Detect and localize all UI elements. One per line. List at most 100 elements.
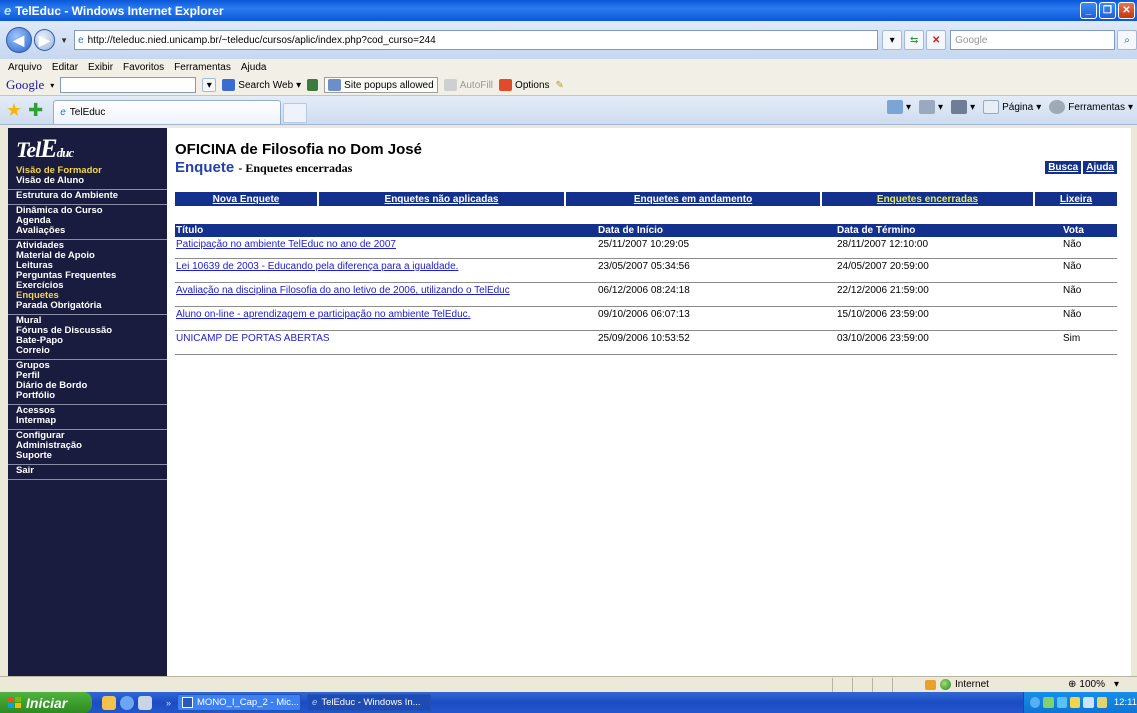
enquete-title-link[interactable]: UNICAMP DE PORTAS ABERTAS <box>175 333 598 344</box>
start-button[interactable]: Iniciar <box>0 692 92 713</box>
nav-em-andamento[interactable]: Enquetes em andamento <box>566 192 820 206</box>
forward-button[interactable]: ▶ <box>33 29 56 51</box>
search-web-button[interactable]: Search Web ▾ <box>222 79 301 91</box>
table-row: UNICAMP DE PORTAS ABERTAS 25/09/2006 10:5… <box>175 331 1117 355</box>
stop-button[interactable]: ✕ <box>926 30 947 50</box>
options-button[interactable]: Options <box>499 79 550 91</box>
sidebar-item-visao-de-aluno[interactable]: Visão de Aluno <box>16 176 159 186</box>
enquete-title-link[interactable]: Aluno on-line - aprendizagem e participa… <box>175 309 598 320</box>
history-dropdown-icon[interactable]: ▼ <box>60 36 68 45</box>
sidebar-group: Acessos Intermap <box>8 405 167 430</box>
popup-blocker-button[interactable]: Site popups allowed <box>324 77 438 93</box>
task-label: TelEduc - Windows In... <box>321 697 421 708</box>
header-inicio: Data de Início <box>598 225 664 236</box>
minimize-button[interactable]: _ <box>1080 2 1097 19</box>
nav-lixeira[interactable]: Lixeira <box>1035 192 1117 206</box>
tab-teleduc[interactable]: e TelEduc <box>53 100 282 124</box>
google-logo[interactable]: Google <box>6 77 44 93</box>
autofill-button[interactable]: AutoFill <box>443 79 493 91</box>
search-input[interactable]: Google <box>950 30 1115 50</box>
sidebar-group: Atividades Material de Apoio Leituras Pergu… <box>8 240 167 315</box>
sidebar-item-avaliacoes[interactable]: Avaliações <box>16 226 159 236</box>
new-tab-button[interactable] <box>283 103 308 123</box>
pagerank-button[interactable] <box>307 79 319 91</box>
network-icon[interactable] <box>1043 697 1054 708</box>
security-zone[interactable]: Internet <box>925 679 989 690</box>
google-toolbar: Google ▾ ▾ Search Web ▾ Site popups allo… <box>0 75 1137 96</box>
quick-launch-expand-icon[interactable]: » <box>166 698 171 708</box>
tray-arrow-icon[interactable] <box>1030 697 1041 708</box>
add-favorite-icon[interactable]: ✚ <box>28 100 43 121</box>
vote-status: Não <box>1063 239 1082 250</box>
enquete-title-link[interactable]: Lei 10639 de 2003 - Educando pela difere… <box>175 261 598 272</box>
command-bar: ▾ ▾ ▾ Página ▾ Ferramentas ▾ <box>887 100 1133 114</box>
tools-menu-label: Ferramentas <box>1068 101 1125 113</box>
print-icon <box>951 100 968 114</box>
sidebar-item-correio[interactable]: Correio <box>16 346 159 356</box>
menu-ferramentas[interactable]: Ferramentas <box>174 62 231 73</box>
sidebar-item-intermap[interactable]: Intermap <box>16 416 159 426</box>
google-dropdown-icon[interactable]: ▾ <box>50 81 54 90</box>
page-icon: e <box>78 34 84 46</box>
zoom-control[interactable]: ⊕ 100% ▾ <box>1068 679 1119 690</box>
start-date: 23/05/2007 05:34:56 <box>598 261 690 272</box>
tab-label: TelEduc <box>69 107 106 118</box>
print-button[interactable]: ▾ <box>951 100 975 114</box>
antivirus-icon[interactable] <box>1056 697 1067 708</box>
sidebar-group: Dinâmica do Curso Agenda Avaliações <box>8 205 167 240</box>
address-tools: ▾ ⇆ ✕ <box>882 30 947 50</box>
sidebar-item-parada-obrigatoria[interactable]: Parada Obrigatória <box>16 301 159 311</box>
google-search-dropdown-icon[interactable]: ▾ <box>202 78 217 92</box>
google-search-input[interactable] <box>60 77 197 93</box>
menu-exibir[interactable]: Exibir <box>88 62 113 73</box>
enquete-title-link[interactable]: Paticipação no ambiente TelEduc no ano d… <box>175 239 598 250</box>
nav-encerradas[interactable]: Enquetes encerradas <box>822 192 1033 206</box>
zone-label: Internet <box>955 679 989 690</box>
options-label: Options <box>515 79 550 91</box>
url-input[interactable]: e http://teleduc.nied.unicamp.br/~teledu… <box>74 30 879 50</box>
ie-quicklaunch-icon[interactable] <box>120 695 134 710</box>
sidebar-item-sair[interactable]: Sair <box>16 466 159 476</box>
task-label: MONO_I_Cap_2 - Mic... <box>197 697 299 708</box>
taskbar-internet-explorer[interactable]: e TelEduc - Windows In... <box>307 694 432 711</box>
search-button[interactable]: ⌕ <box>1117 30 1137 50</box>
back-button[interactable]: ◀ <box>6 27 32 53</box>
nav-nao-aplicadas[interactable]: Enquetes não aplicadas <box>319 192 564 206</box>
end-date: 24/05/2007 20:59:00 <box>837 261 929 272</box>
favorites-star-icon[interactable]: ★ <box>6 100 22 121</box>
menu-arquivo[interactable]: Arquivo <box>8 62 42 73</box>
enquetes-table: Título Data de Início Data de Término Vo… <box>175 224 1117 355</box>
ajuda-link[interactable]: Ajuda <box>1083 161 1117 174</box>
table-header: Título Data de Início Data de Término Vo… <box>175 224 1117 237</box>
media-icon[interactable] <box>138 695 152 710</box>
menu-favoritos[interactable]: Favoritos <box>123 62 164 73</box>
vote-status: Não <box>1063 261 1082 272</box>
table-row: Paticipação no ambiente TelEduc no ano d… <box>175 237 1117 259</box>
window-title-bar: e TelEduc - Windows Internet Explorer _ … <box>0 0 1137 21</box>
enquete-title-link[interactable]: Avaliação na disciplina Filosofia do ano… <box>175 285 598 296</box>
restore-button[interactable]: ❐ <box>1099 2 1116 19</box>
menu-editar[interactable]: Editar <box>52 62 78 73</box>
nav-nova-enquete[interactable]: Nova Enquete <box>175 192 317 206</box>
sidebar-item-suporte[interactable]: Suporte <box>16 451 159 461</box>
tools-menu[interactable]: Ferramentas ▾ <box>1049 100 1133 114</box>
messenger-icon[interactable] <box>1096 697 1107 708</box>
menu-ajuda[interactable]: Ajuda <box>241 62 267 73</box>
busca-link[interactable]: Busca <box>1045 161 1082 174</box>
sidebar-item-estrutura-do-ambiente[interactable]: Estrutura do Ambiente <box>16 191 159 201</box>
sidebar-item-portfolio[interactable]: Portfólio <box>16 391 159 401</box>
page-menu[interactable]: Página ▾ <box>983 100 1041 114</box>
volume-icon[interactable] <box>1083 697 1094 708</box>
highlight-pen-icon[interactable]: ✎ <box>556 80 564 91</box>
taskbar-word-document[interactable]: MONO_I_Cap_2 - Mic... <box>177 694 302 711</box>
update-icon[interactable] <box>1069 697 1081 708</box>
refresh-button[interactable]: ⇆ <box>904 30 925 50</box>
close-button[interactable]: ✕ <box>1118 2 1135 19</box>
feeds-button[interactable]: ▾ <box>919 100 943 114</box>
header-vota: Vota <box>1063 225 1084 236</box>
url-dropdown-icon[interactable]: ▾ <box>882 30 903 50</box>
header-termino: Data de Término <box>837 225 916 236</box>
home-button[interactable]: ▾ <box>887 100 911 114</box>
zoom-dropdown-icon: ▾ <box>1113 679 1119 690</box>
desktop-icon[interactable] <box>102 695 116 710</box>
